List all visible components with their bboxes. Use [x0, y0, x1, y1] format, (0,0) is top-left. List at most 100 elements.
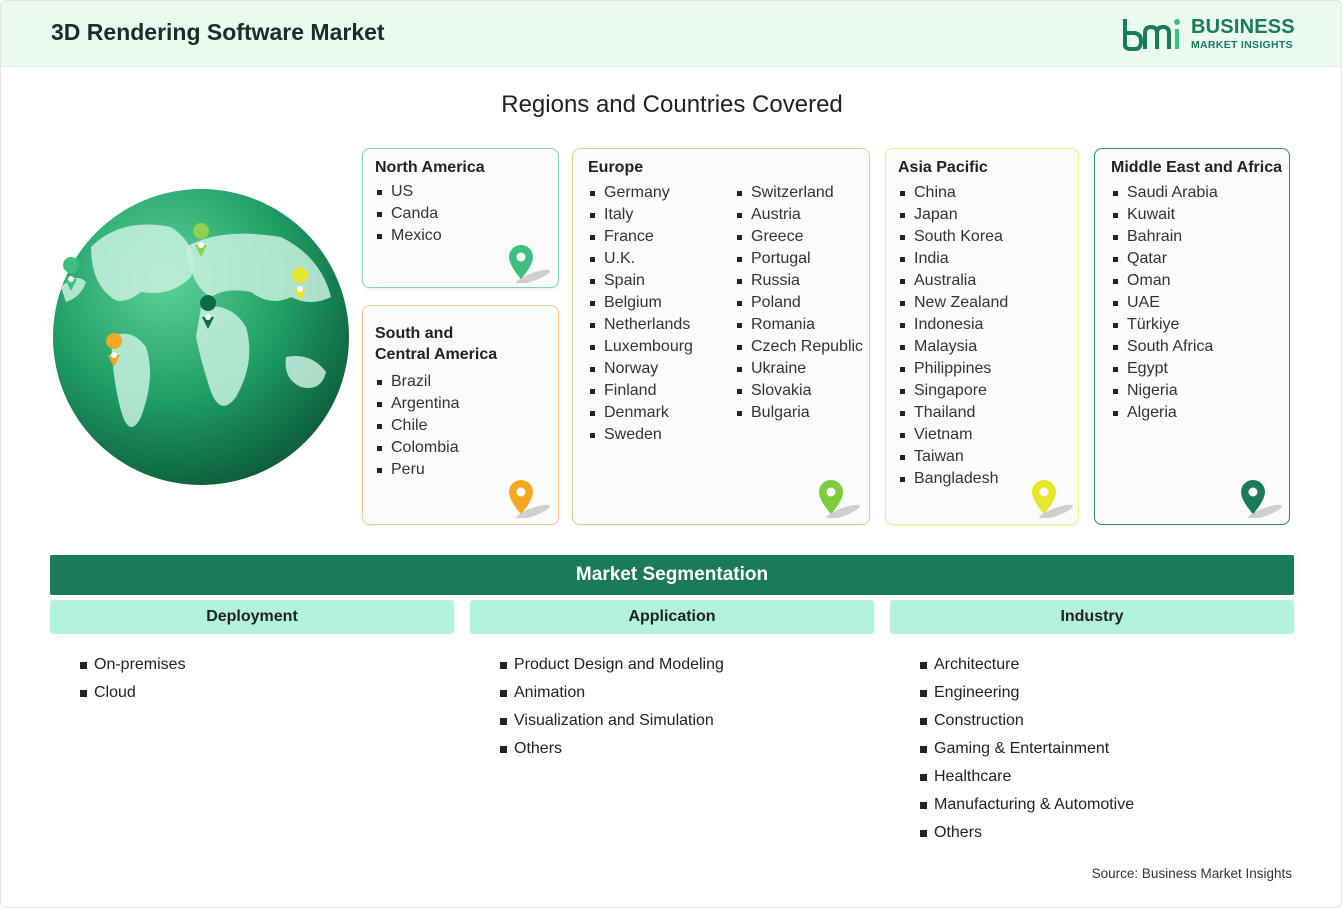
list-item: Peru [375, 459, 460, 481]
list-item: Philippines [898, 358, 1008, 380]
list-item: Slovakia [735, 380, 863, 402]
map-pin-icon [1032, 480, 1073, 518]
list-item: Finland [588, 380, 693, 402]
list-item: Taiwan [898, 446, 1008, 468]
list-item: Algeria [1111, 402, 1218, 424]
list-item: Russia [735, 270, 863, 292]
region-card-south-central-america: South and Central America Brazil Argenti… [362, 305, 559, 525]
list-item: Manufacturing & Automotive [920, 791, 1134, 819]
list-item: U.K. [588, 248, 693, 270]
list-item: Portugal [735, 248, 863, 270]
region-title-line2: Central America [375, 346, 498, 363]
list-item: Belgium [588, 292, 693, 314]
list-item: Gaming & Entertainment [920, 735, 1134, 763]
segment-heading-industry: Industry [890, 600, 1294, 634]
list-item: Netherlands [588, 314, 693, 336]
list-item: Visualization and Simulation [500, 707, 724, 735]
brand-logo: BUSINESS MARKET INSIGHTS [1121, 15, 1301, 55]
list-item: Vietnam [898, 424, 1008, 446]
list-item: Australia [898, 270, 1008, 292]
region-card-middle-east-africa: Middle East and Africa Saudi Arabia Kuwa… [1094, 148, 1290, 525]
segment-list-deployment: On-premises Cloud [80, 651, 186, 707]
list-item: Ukraine [735, 358, 863, 380]
region-title: Europe [588, 159, 644, 176]
map-pin-icon [509, 480, 550, 518]
list-item: Germany [588, 182, 693, 204]
list-item: China [898, 182, 1008, 204]
list-item: Engineering [920, 679, 1134, 707]
region-title: Asia Pacific [898, 159, 988, 176]
source-note: Source: Business Market Insights [1091, 866, 1292, 881]
region-card-europe: Europe Germany Italy France U.K. Spain B… [572, 148, 870, 525]
list-item: Brazil [375, 371, 460, 393]
country-list-col1: Germany Italy France U.K. Spain Belgium … [588, 182, 693, 446]
map-pin-icon [1241, 480, 1282, 518]
list-item: Singapore [898, 380, 1008, 402]
list-item: Romania [735, 314, 863, 336]
infographic-frame: 3D Rendering Software Market BUSINESS MA… [0, 0, 1342, 908]
list-item: Animation [500, 679, 724, 707]
list-item: France [588, 226, 693, 248]
list-item: Colombia [375, 437, 460, 459]
list-item: India [898, 248, 1008, 270]
segment-list-application: Product Design and Modeling Animation Vi… [500, 651, 724, 763]
list-item: Japan [898, 204, 1008, 226]
page-title: 3D Rendering Software Market [51, 19, 385, 45]
country-list: US Canda Mexico [375, 181, 442, 247]
list-item: Kuwait [1111, 204, 1218, 226]
list-item: Bahrain [1111, 226, 1218, 248]
list-item: Bulgaria [735, 402, 863, 424]
list-item: New Zealand [898, 292, 1008, 314]
region-card-asia-pacific: Asia Pacific China Japan South Korea Ind… [885, 148, 1079, 525]
segment-list-industry: Architecture Engineering Construction Ga… [920, 651, 1134, 847]
list-item: Cloud [80, 679, 186, 707]
regions-title: Regions and Countries Covered [501, 91, 843, 118]
map-pin-icon [819, 480, 860, 518]
country-list: Saudi Arabia Kuwait Bahrain Qatar Oman U… [1111, 182, 1218, 424]
list-item: Denmark [588, 402, 693, 424]
list-item: Thailand [898, 402, 1008, 424]
list-item: Healthcare [920, 763, 1134, 791]
region-title: North America [375, 159, 485, 176]
list-item: Nigeria [1111, 380, 1218, 402]
list-item: Spain [588, 270, 693, 292]
list-item: Czech Republic [735, 336, 863, 358]
list-item: Mexico [375, 225, 442, 247]
list-item: Türkiye [1111, 314, 1218, 336]
list-item: Oman [1111, 270, 1218, 292]
region-title-line1: South and [375, 325, 454, 342]
country-list: China Japan South Korea India Australia … [898, 182, 1008, 490]
country-list: Brazil Argentina Chile Colombia Peru [375, 371, 460, 481]
region-title: Middle East and Africa [1111, 159, 1282, 176]
list-item: Construction [920, 707, 1134, 735]
list-item: Egypt [1111, 358, 1218, 380]
bmi-logo-icon [1123, 19, 1180, 51]
list-item: Sweden [588, 424, 693, 446]
segment-heading-deployment: Deployment [50, 600, 454, 634]
list-item: Others [920, 819, 1134, 847]
segment-heading-application: Application [470, 600, 874, 634]
list-item: Others [500, 735, 724, 763]
list-item: Austria [735, 204, 863, 226]
list-item: Norway [588, 358, 693, 380]
list-item: Architecture [920, 651, 1134, 679]
list-item: On-premises [80, 651, 186, 679]
list-item: Bangladesh [898, 468, 1008, 490]
list-item: Greece [735, 226, 863, 248]
logo-text-market-insights: MARKET INSIGHTS [1191, 39, 1293, 51]
logo-text-business: BUSINESS [1191, 16, 1295, 38]
list-item: Saudi Arabia [1111, 182, 1218, 204]
header: 3D Rendering Software Market BUSINESS MA… [1, 1, 1341, 67]
list-item: Malaysia [898, 336, 1008, 358]
segmentation-title: Market Segmentation [50, 555, 1294, 595]
map-pin-icon [509, 245, 550, 283]
list-item: Indonesia [898, 314, 1008, 336]
list-item: South Africa [1111, 336, 1218, 358]
list-item: Canda [375, 203, 442, 225]
globe-icon [53, 189, 349, 485]
list-item: South Korea [898, 226, 1008, 248]
list-item: Poland [735, 292, 863, 314]
list-item: Switzerland [735, 182, 863, 204]
country-list-col2: Switzerland Austria Greece Portugal Russ… [735, 182, 863, 424]
list-item: Luxembourg [588, 336, 693, 358]
